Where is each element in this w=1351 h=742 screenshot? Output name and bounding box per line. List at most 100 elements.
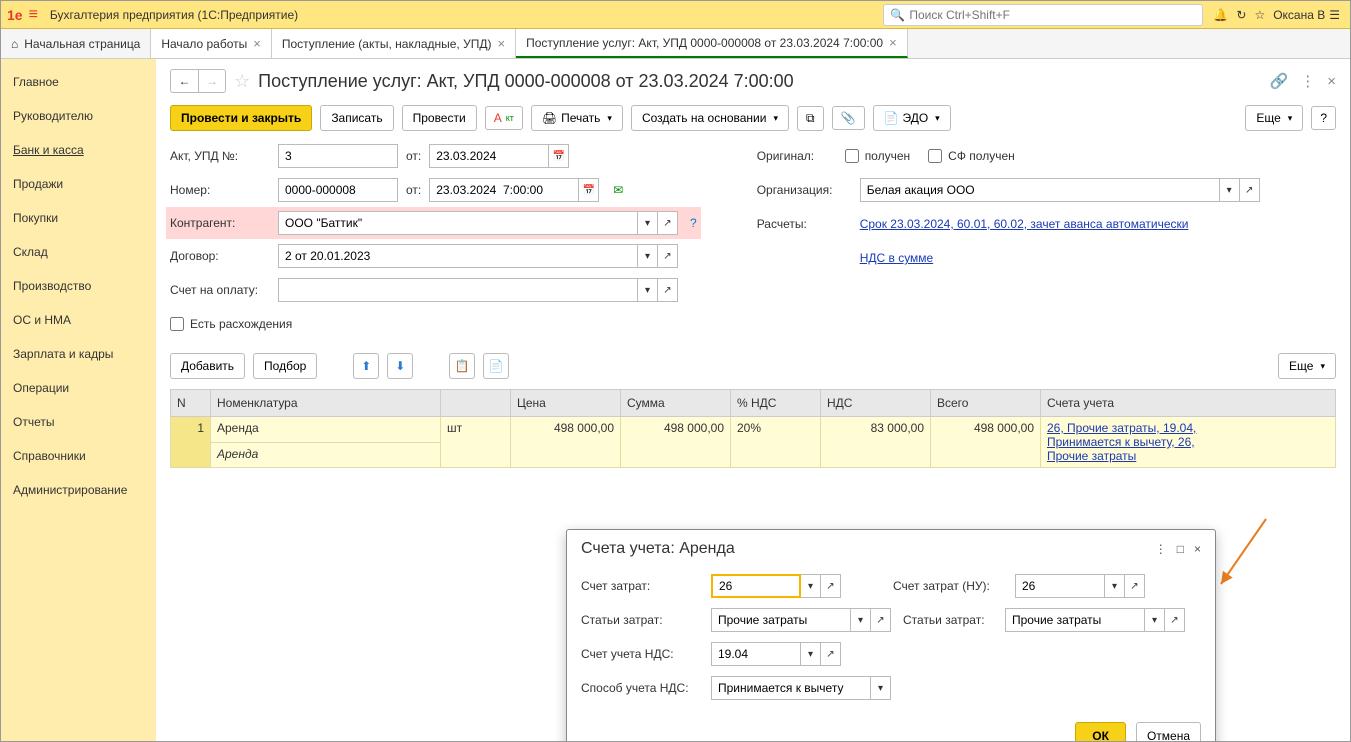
open-icon[interactable]: ↗ (1165, 608, 1185, 632)
number-date-input[interactable] (429, 178, 579, 202)
post-and-close-button[interactable]: Провести и закрыть (170, 105, 312, 131)
favorite-icon[interactable]: ☆ (234, 71, 250, 92)
calendar-icon[interactable]: 📅 (579, 178, 599, 202)
sf-received-input[interactable] (928, 149, 942, 163)
col-unit[interactable] (441, 390, 511, 417)
save-button[interactable]: Записать (320, 105, 393, 131)
sidebar-item-purchases[interactable]: Покупки (1, 201, 156, 235)
number-input[interactable] (278, 178, 398, 202)
more-button[interactable]: Еще▾ (1245, 105, 1303, 131)
sidebar-item-catalogs[interactable]: Справочники (1, 439, 156, 473)
discrepancies-checkbox[interactable]: Есть расхождения (170, 317, 292, 331)
open-icon[interactable]: ↗ (1240, 178, 1260, 202)
dropdown-icon[interactable]: ▾ (638, 244, 658, 268)
open-icon[interactable]: ↗ (821, 574, 841, 598)
col-n[interactable]: N (171, 390, 211, 417)
move-up-button[interactable]: ⬆ (353, 353, 379, 379)
create-based-button[interactable]: Создать на основании▾ (631, 105, 789, 131)
nav-back-button[interactable]: ← (170, 69, 198, 93)
attach-button[interactable]: 📎 (832, 106, 865, 130)
col-nomenclature[interactable]: Номенклатура (211, 390, 441, 417)
dt-kt-button[interactable]: Акт (485, 106, 523, 130)
dropdown-icon[interactable]: ▾ (851, 608, 871, 632)
vat-method-input[interactable] (711, 676, 871, 700)
modal-maximize-icon[interactable]: □ (1177, 542, 1184, 556)
expense-item-input[interactable] (711, 608, 851, 632)
open-icon[interactable]: ↗ (658, 278, 678, 302)
cell-total[interactable]: 498 000,00 (931, 417, 1041, 468)
sidebar-item-manager[interactable]: Руководителю (1, 99, 156, 133)
cell-accounts[interactable]: 26, Прочие затраты, 19.04, Принимается к… (1041, 417, 1336, 468)
close-icon[interactable]: × (497, 36, 505, 51)
cell-vat[interactable]: 83 000,00 (821, 417, 931, 468)
more-icon[interactable]: ⋮ (1300, 72, 1315, 90)
open-icon[interactable]: ↗ (871, 608, 891, 632)
structure-button[interactable]: ⧉ (797, 106, 824, 131)
move-down-button[interactable]: ⬇ (387, 353, 413, 379)
search-box[interactable]: 🔍 (883, 4, 1203, 26)
cell-nomenclature-sub[interactable]: Аренда (211, 442, 441, 468)
col-price[interactable]: Цена (511, 390, 621, 417)
menu-icon[interactable]: ≡ (29, 6, 38, 24)
invoice-input[interactable] (278, 278, 638, 302)
cell-vat-pct[interactable]: 20% (731, 417, 821, 468)
sidebar-item-assets[interactable]: ОС и НМА (1, 303, 156, 337)
link-icon[interactable]: 🔗 (1270, 72, 1289, 90)
sidebar-item-bank[interactable]: Банк и касса (1, 133, 156, 167)
cell-unit[interactable]: шт (441, 417, 511, 468)
modal-close-icon[interactable]: × (1194, 542, 1201, 556)
nav-forward-button[interactable]: → (198, 69, 226, 93)
close-icon[interactable]: × (253, 36, 261, 51)
edo-button[interactable]: 📄 ЭДО▾ (873, 105, 951, 131)
org-input[interactable] (860, 178, 1220, 202)
open-icon[interactable]: ↗ (658, 211, 678, 235)
sidebar-item-warehouse[interactable]: Склад (1, 235, 156, 269)
sidebar-item-production[interactable]: Производство (1, 269, 156, 303)
cell-sum[interactable]: 498 000,00 (621, 417, 731, 468)
expense-acct-input[interactable] (711, 574, 801, 598)
akt-number-input[interactable] (278, 144, 398, 168)
col-vat-pct[interactable]: % НДС (731, 390, 821, 417)
selection-button[interactable]: Подбор (253, 353, 317, 379)
help-button[interactable]: ? (1311, 106, 1336, 130)
sidebar-item-sales[interactable]: Продажи (1, 167, 156, 201)
sidebar-item-reports[interactable]: Отчеты (1, 405, 156, 439)
ok-button[interactable]: ОК (1075, 722, 1126, 741)
print-button[interactable]: 🖨 Печать▾ (531, 105, 623, 131)
dropdown-icon[interactable]: ▾ (1220, 178, 1240, 202)
open-icon[interactable]: ↗ (658, 244, 678, 268)
calc-link[interactable]: Срок 23.03.2024, 60.01, 60.02, зачет ава… (860, 217, 1189, 231)
expense-acct-nu-input[interactable] (1015, 574, 1105, 598)
settings-lines-icon[interactable]: ☰ (1329, 8, 1340, 22)
copy-button[interactable]: 📋 (449, 353, 475, 379)
tab-home[interactable]: ⌂ Начальная страница (1, 29, 151, 58)
sidebar-item-payroll[interactable]: Зарплата и кадры (1, 337, 156, 371)
help-icon[interactable]: ? (690, 216, 697, 230)
cell-nomenclature[interactable]: Аренда (211, 417, 441, 443)
paste-button[interactable]: 📄 (483, 353, 509, 379)
history-icon[interactable]: ↻ (1236, 8, 1246, 22)
email-icon[interactable]: ✉ (613, 183, 623, 197)
col-total[interactable]: Всего (931, 390, 1041, 417)
received-checkbox[interactable]: получен (845, 149, 910, 163)
search-input[interactable] (909, 8, 1196, 22)
accounts-link[interactable]: Принимается к вычету, 26, (1047, 435, 1329, 449)
col-sum[interactable]: Сумма (621, 390, 731, 417)
dropdown-icon[interactable]: ▾ (1145, 608, 1165, 632)
akt-date-input[interactable] (429, 144, 549, 168)
sidebar-item-operations[interactable]: Операции (1, 371, 156, 405)
dropdown-icon[interactable]: ▾ (638, 211, 658, 235)
sf-received-checkbox[interactable]: СФ получен (928, 149, 1015, 163)
tab-receipts[interactable]: Поступление (акты, накладные, УПД) × (272, 29, 516, 58)
dropdown-icon[interactable]: ▾ (801, 574, 821, 598)
vat-acct-input[interactable] (711, 642, 801, 666)
user-name[interactable]: Оксана В (1273, 8, 1325, 22)
accounts-link[interactable]: 26, Прочие затраты, 19.04, (1047, 421, 1329, 435)
dropdown-icon[interactable]: ▾ (871, 676, 891, 700)
cell-price[interactable]: 498 000,00 (511, 417, 621, 468)
dropdown-icon[interactable]: ▾ (1105, 574, 1125, 598)
more-rows-button[interactable]: Еще▾ (1278, 353, 1336, 379)
star-icon[interactable]: ☆ (1254, 8, 1265, 22)
modal-more-icon[interactable]: ⋮ (1155, 542, 1167, 556)
sidebar-item-main[interactable]: Главное (1, 65, 156, 99)
